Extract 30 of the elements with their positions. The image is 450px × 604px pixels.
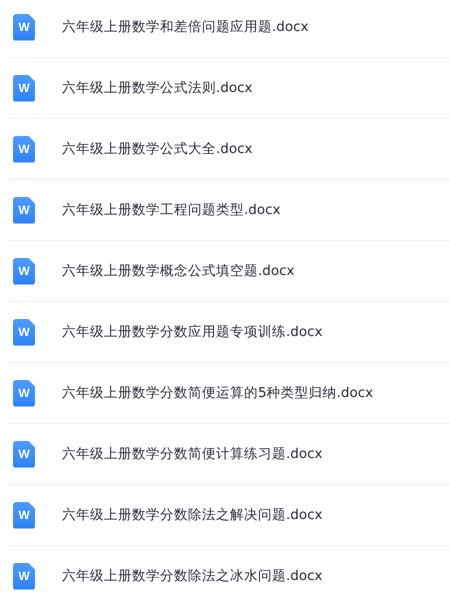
file-name: 六年级上册数学分数除法之解决问题.docx <box>62 506 323 524</box>
file-name: 六年级上册数学分数简便计算练习题.docx <box>62 445 323 463</box>
file-row[interactable]: W 六年级上册数学工程问题类型.docx <box>5 180 450 241</box>
file-name: 六年级上册数学分数除法之冰水问题.docx <box>62 567 323 585</box>
document-icon: W <box>13 440 35 468</box>
file-name: 六年级上册数学公式法则.docx <box>62 79 253 97</box>
document-icon: W <box>13 380 35 406</box>
file-row[interactable]: W 六年级上册数学概念公式填空题.docx <box>5 241 450 302</box>
file-row[interactable]: W 六年级上册数学分数除法之解决问题.docx <box>5 485 450 546</box>
file-name: 六年级上册数学概念公式填空题.docx <box>62 262 295 280</box>
file-name: 六年级上册数学分数应用题专项训练.docx <box>62 323 323 341</box>
document-icon: W <box>13 318 35 346</box>
document-icon: W <box>13 196 35 224</box>
file-name: 六年级上册数学公式大全.docx <box>62 140 253 158</box>
document-icon: W <box>13 74 35 102</box>
document-icon: W <box>13 502 35 528</box>
file-row[interactable]: W 六年级上册数学分数除法之冰水问题.docx <box>5 546 450 604</box>
document-icon: W <box>13 136 35 162</box>
file-row[interactable]: W 六年级上册数学公式法则.docx <box>5 58 450 119</box>
document-icon: W <box>13 258 35 284</box>
file-name: 六年级上册数学分数简便运算的5种类型归纳.docx <box>62 384 374 402</box>
file-name: 六年级上册数学和差倍问题应用题.docx <box>62 18 309 36</box>
file-row[interactable]: W 六年级上册数学和差倍问题应用题.docx <box>5 0 450 58</box>
file-row[interactable]: W 六年级上册数学分数简便运算的5种类型归纳.docx <box>5 363 450 424</box>
file-row[interactable]: W 六年级上册数学分数应用题专项训练.docx <box>5 302 450 363</box>
document-icon: W <box>13 14 35 40</box>
document-icon: W <box>13 562 35 590</box>
file-name: 六年级上册数学工程问题类型.docx <box>62 201 281 219</box>
file-row[interactable]: W 六年级上册数学分数简便计算练习题.docx <box>5 424 450 485</box>
file-row[interactable]: W 六年级上册数学公式大全.docx <box>5 119 450 180</box>
